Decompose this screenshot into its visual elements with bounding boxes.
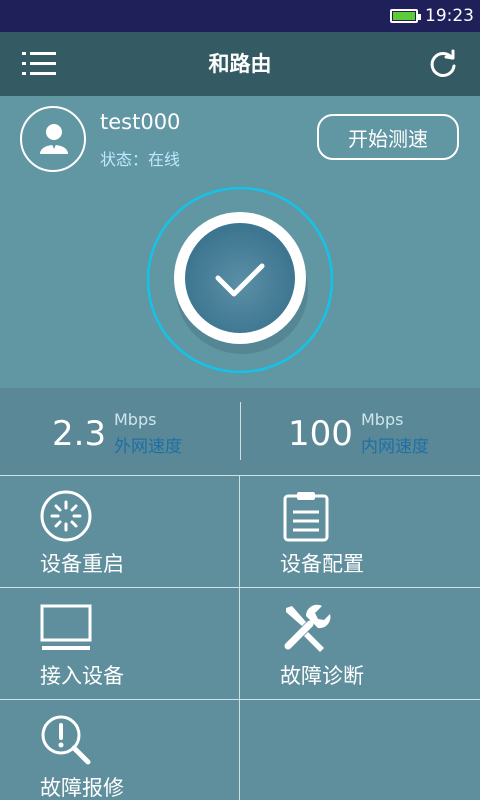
speed-summary: 2.3 Mbps 外网速度 100 Mbps 内网速度 [0, 388, 480, 476]
external-speed-unit: Mbps [114, 410, 157, 429]
status-bar: 19:23 [0, 0, 480, 32]
search-alert-icon [41, 715, 91, 765]
battery-icon [390, 9, 421, 23]
connection-status: 状态：在线 [100, 146, 180, 170]
menu-item-repair-report[interactable]: 故障报修 [0, 700, 240, 800]
clipboard-config-icon [283, 492, 329, 542]
status-label: 状态： [100, 150, 149, 169]
external-speed: 2.3 Mbps 外网速度 [0, 388, 240, 476]
menu-item-label: 故障报修 [40, 776, 124, 800]
menu-item-connected-devices[interactable]: 接入设备 [0, 588, 240, 700]
menu-item-label: 接入设备 [40, 664, 124, 688]
username: test000 [100, 110, 181, 134]
external-speed-value: 2.3 [52, 414, 107, 454]
avatar[interactable] [20, 106, 86, 172]
internal-speed-unit: Mbps [361, 410, 404, 429]
app-header: 和路由 [0, 32, 480, 96]
menu-item-empty [240, 700, 480, 800]
menu-item-label: 设备重启 [40, 552, 124, 576]
internal-speed-label: 内网速度 [361, 437, 429, 457]
start-speedtest-button[interactable]: 开始测速 [317, 114, 459, 160]
menu-item-restart[interactable]: 设备重启 [0, 476, 240, 588]
page-title: 和路由 [208, 52, 272, 76]
restart-icon [40, 490, 92, 542]
refresh-icon[interactable] [428, 49, 458, 79]
tools-icon [284, 604, 331, 652]
external-speed-label: 外网速度 [114, 437, 182, 457]
user-icon [40, 124, 68, 154]
menu-item-config[interactable]: 设备配置 [240, 476, 480, 588]
menu-item-diagnosis[interactable]: 故障诊断 [240, 588, 480, 700]
menu-item-label: 设备配置 [280, 552, 364, 576]
function-grid: 设备重启 设备配置 接入设备 故障诊断 故障报修 [0, 476, 480, 800]
internal-speed-value: 100 [288, 414, 353, 454]
status-time: 19:23 [425, 6, 474, 26]
status-ok-check-icon [146, 186, 334, 374]
monitor-icon [40, 604, 92, 650]
menu-item-label: 故障诊断 [280, 664, 364, 688]
status-value: 在线 [148, 150, 181, 169]
router-status-panel: test000 状态：在线 开始测速 [0, 96, 480, 388]
internal-speed: 100 Mbps 内网速度 [240, 388, 480, 476]
